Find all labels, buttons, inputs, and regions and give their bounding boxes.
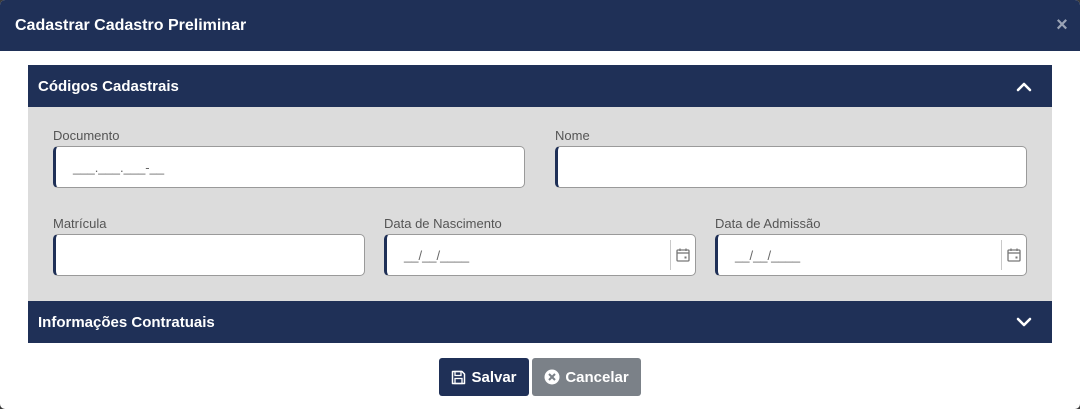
chevron-down-icon (1016, 317, 1032, 327)
section-title: Códigos Cadastrais (38, 77, 179, 95)
save-button-label: Salvar (471, 368, 517, 386)
documento-label: Documento (53, 128, 120, 143)
nome-label: Nome (555, 128, 590, 143)
section-header-contratuais[interactable]: Informações Contratuais (28, 301, 1052, 343)
matricula-label: Matrícula (53, 216, 107, 231)
floppy-disk-icon (452, 370, 466, 384)
modal-footer: Salvar Cancelar (0, 358, 1080, 396)
nome-field[interactable] (555, 146, 1027, 188)
calendar-button[interactable] (670, 240, 695, 270)
modal-title: Cadastrar Cadastro Preliminar (15, 16, 247, 34)
modal-header: Cadastrar Cadastro Preliminar × (0, 0, 1080, 51)
documento-mask: ___.___.___-__ (73, 159, 165, 175)
close-circle-icon (544, 369, 560, 385)
data-nascimento-label: Data de Nascimento (384, 216, 502, 231)
section-body: Documento ___.___.___-__ Nome Matrícula … (28, 107, 1052, 301)
calendar-icon (1007, 248, 1021, 262)
data-nascimento-field[interactable]: __/__/____ (384, 234, 696, 276)
calendar-icon (676, 248, 690, 262)
section-title: Informações Contratuais (38, 313, 215, 331)
section-codigos-cadastrais: Códigos Cadastrais Documento ___.___.___… (28, 65, 1052, 301)
cancel-button-label: Cancelar (565, 368, 629, 386)
data-admissao-field[interactable]: __/__/____ (715, 234, 1027, 276)
data-admissao-mask: __/__/____ (735, 247, 801, 263)
data-admissao-label: Data de Admissão (715, 216, 821, 231)
modal-dialog: Cadastrar Cadastro Preliminar × Códigos … (0, 0, 1080, 409)
save-button[interactable]: Salvar (439, 358, 529, 396)
chevron-up-icon (1016, 82, 1032, 92)
section-header-codigos[interactable]: Códigos Cadastrais (28, 65, 1052, 107)
matricula-field[interactable] (53, 234, 365, 276)
close-icon[interactable]: × (1054, 15, 1070, 35)
section-informacoes-contratuais: Informações Contratuais (28, 301, 1052, 343)
data-nascimento-mask: __/__/____ (404, 247, 470, 263)
documento-field[interactable]: ___.___.___-__ (53, 146, 525, 188)
calendar-button[interactable] (1001, 240, 1026, 270)
cancel-button[interactable]: Cancelar (532, 358, 641, 396)
